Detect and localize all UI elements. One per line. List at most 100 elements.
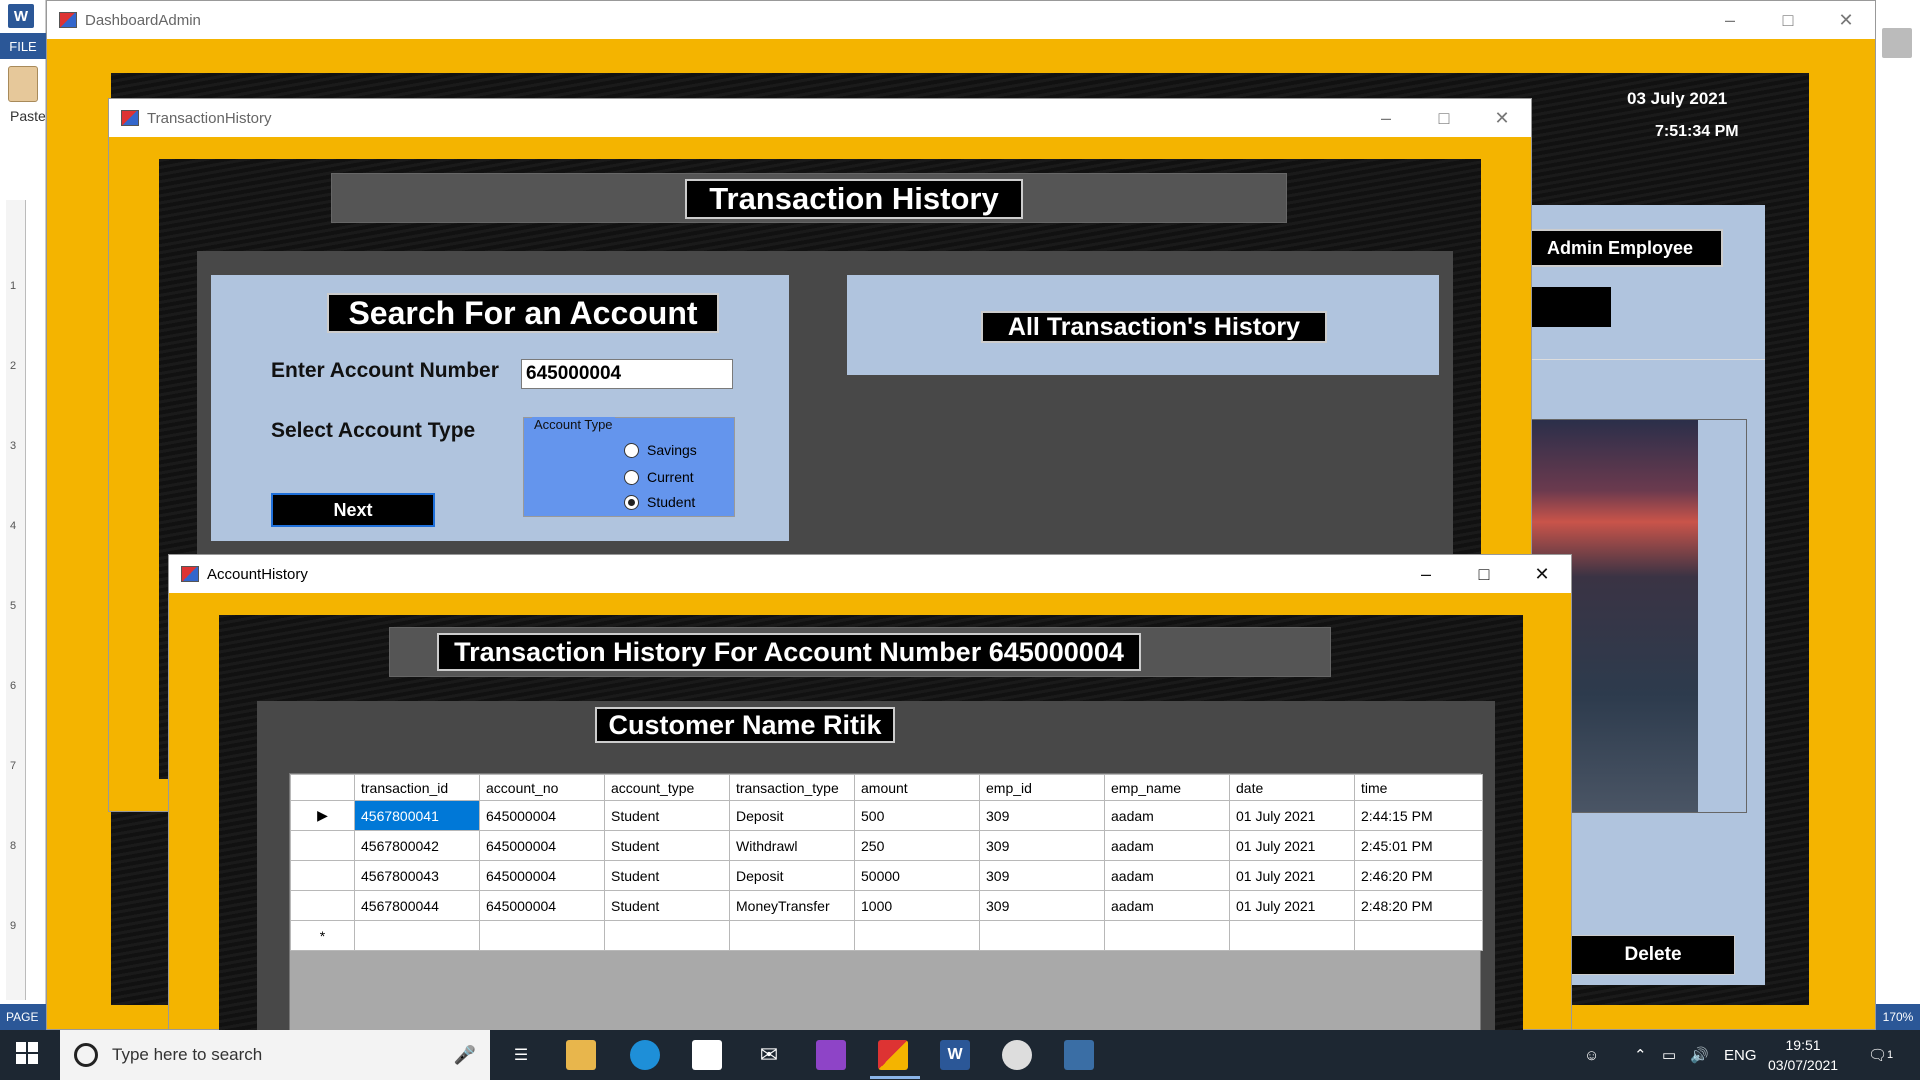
radio-icon[interactable] — [624, 494, 639, 510]
people-icon[interactable]: ☺ — [1584, 1030, 1599, 1080]
account-number-input[interactable] — [521, 359, 733, 389]
network-icon[interactable]: ▭ — [1662, 1030, 1676, 1080]
table-cell[interactable]: 4567800043 — [354, 860, 480, 891]
column-header[interactable]: transaction_type — [729, 774, 855, 801]
column-header[interactable]: date — [1229, 774, 1355, 801]
table-cell[interactable]: 4567800041 — [354, 800, 480, 831]
table-cell[interactable] — [354, 920, 480, 951]
transactions-grid[interactable]: transaction_id account_no account_type t… — [289, 773, 1483, 1031]
table-cell[interactable] — [479, 920, 605, 951]
table-cell[interactable]: MoneyTransfer — [729, 890, 855, 921]
task-view-icon[interactable]: ☰ — [506, 1040, 536, 1070]
table-cell[interactable]: 309 — [979, 890, 1105, 921]
new-row-indicator[interactable]: * — [290, 920, 355, 951]
minimize-icon[interactable]: – — [1701, 1, 1759, 39]
table-cell[interactable]: 645000004 — [479, 830, 605, 861]
table-cell[interactable]: Student — [604, 860, 730, 891]
store-icon[interactable] — [692, 1040, 722, 1070]
column-header[interactable]: transaction_id — [354, 774, 480, 801]
table-cell[interactable]: 01 July 2021 — [1229, 860, 1355, 891]
radio-icon[interactable] — [624, 469, 639, 485]
student-radio[interactable]: Student — [624, 494, 695, 510]
table-cell[interactable] — [1354, 920, 1483, 951]
table-cell[interactable]: 500 — [854, 800, 980, 831]
table-cell[interactable]: Student — [604, 890, 730, 921]
file-explorer-icon[interactable] — [566, 1040, 596, 1070]
column-header[interactable]: time — [1354, 774, 1483, 801]
column-header[interactable]: amount — [854, 774, 980, 801]
table-cell[interactable] — [729, 920, 855, 951]
table-cell[interactable]: Student — [604, 830, 730, 861]
table-cell[interactable] — [1229, 920, 1355, 951]
table-cell[interactable]: 645000004 — [479, 890, 605, 921]
winforms-app-icon[interactable] — [878, 1040, 908, 1070]
microphone-icon[interactable]: 🎤 — [454, 1045, 476, 1066]
user-avatar-icon[interactable] — [1882, 28, 1912, 58]
sql-icon[interactable] — [1064, 1040, 1094, 1070]
all-history-button[interactable]: All Transaction's History — [981, 311, 1327, 343]
paste-icon[interactable] — [8, 66, 38, 102]
account-history-titlebar[interactable]: AccountHistory – □ ✕ — [169, 555, 1571, 593]
table-cell[interactable] — [1104, 920, 1230, 951]
table-cell[interactable]: 2:45:01 PM — [1354, 830, 1483, 861]
radio-icon[interactable] — [624, 442, 639, 458]
word-icon[interactable]: W — [940, 1040, 970, 1070]
taskbar-search-box[interactable]: Type here to search 🎤 — [60, 1030, 490, 1080]
table-cell[interactable]: 01 July 2021 — [1229, 800, 1355, 831]
paint-icon[interactable] — [1002, 1040, 1032, 1070]
current-row-indicator[interactable]: ▶ — [290, 800, 355, 831]
table-cell[interactable]: Student — [604, 800, 730, 831]
table-cell[interactable]: 2:48:20 PM — [1354, 890, 1483, 921]
table-cell[interactable]: 2:46:20 PM — [1354, 860, 1483, 891]
table-cell[interactable]: Withdrawl — [729, 830, 855, 861]
table-cell[interactable]: 4567800044 — [354, 890, 480, 921]
transaction-history-titlebar[interactable]: TransactionHistory – □ ✕ — [109, 99, 1531, 137]
table-cell[interactable] — [604, 920, 730, 951]
table-cell[interactable]: 309 — [979, 830, 1105, 861]
table-cell[interactable]: 309 — [979, 800, 1105, 831]
delete-button[interactable]: Delete — [1571, 935, 1735, 975]
new-row[interactable]: * — [290, 920, 1483, 951]
column-header[interactable]: emp_name — [1104, 774, 1230, 801]
table-cell[interactable]: aadam — [1104, 830, 1230, 861]
word-file-tab[interactable]: FILE — [0, 33, 46, 59]
paste-label[interactable]: Paste — [10, 108, 46, 124]
dashboard-titlebar[interactable]: DashboardAdmin – □ ✕ — [47, 1, 1875, 39]
table-cell[interactable]: 4567800042 — [354, 830, 480, 861]
next-button[interactable]: Next — [271, 493, 435, 527]
edge-icon[interactable] — [630, 1040, 660, 1070]
table-cell[interactable]: 309 — [979, 860, 1105, 891]
table-cell[interactable]: 2:44:15 PM — [1354, 800, 1483, 831]
table-cell[interactable]: aadam — [1104, 860, 1230, 891]
notification-icon[interactable]: 🗨 1 — [1868, 1030, 1893, 1080]
table-cell[interactable]: 645000004 — [479, 800, 605, 831]
table-row[interactable]: ▶ 4567800041 645000004 Student Deposit 5… — [290, 800, 1483, 831]
row-header[interactable] — [290, 890, 355, 921]
table-row[interactable]: 4567800043 645000004 Student Deposit 500… — [290, 860, 1483, 891]
column-header[interactable]: account_type — [604, 774, 730, 801]
taskbar-clock[interactable]: 19:51 03/07/2021 — [1768, 1030, 1838, 1080]
chevron-up-icon[interactable]: ⌃ — [1634, 1030, 1647, 1080]
maximize-icon[interactable]: □ — [1455, 555, 1513, 593]
start-windows-icon[interactable] — [14, 1040, 44, 1070]
column-header[interactable]: emp_id — [979, 774, 1105, 801]
table-cell[interactable]: 01 July 2021 — [1229, 830, 1355, 861]
table-cell[interactable]: 645000004 — [479, 860, 605, 891]
volume-icon[interactable]: 🔊 — [1690, 1030, 1709, 1080]
column-header[interactable]: account_no — [479, 774, 605, 801]
table-cell[interactable]: aadam — [1104, 800, 1230, 831]
table-cell[interactable]: 250 — [854, 830, 980, 861]
close-icon[interactable]: ✕ — [1513, 555, 1571, 593]
maximize-icon[interactable]: □ — [1415, 99, 1473, 137]
language-indicator[interactable]: ENG — [1724, 1030, 1757, 1080]
table-cell[interactable]: 1000 — [854, 890, 980, 921]
table-row[interactable]: 4567800044 645000004 Student MoneyTransf… — [290, 890, 1483, 921]
table-cell[interactable]: 50000 — [854, 860, 980, 891]
row-header-corner[interactable] — [290, 774, 355, 801]
current-radio[interactable]: Current — [624, 469, 694, 485]
row-header[interactable] — [290, 830, 355, 861]
row-header[interactable] — [290, 860, 355, 891]
minimize-icon[interactable]: – — [1357, 99, 1415, 137]
table-cell[interactable]: Deposit — [729, 800, 855, 831]
close-icon[interactable]: ✕ — [1817, 1, 1875, 39]
